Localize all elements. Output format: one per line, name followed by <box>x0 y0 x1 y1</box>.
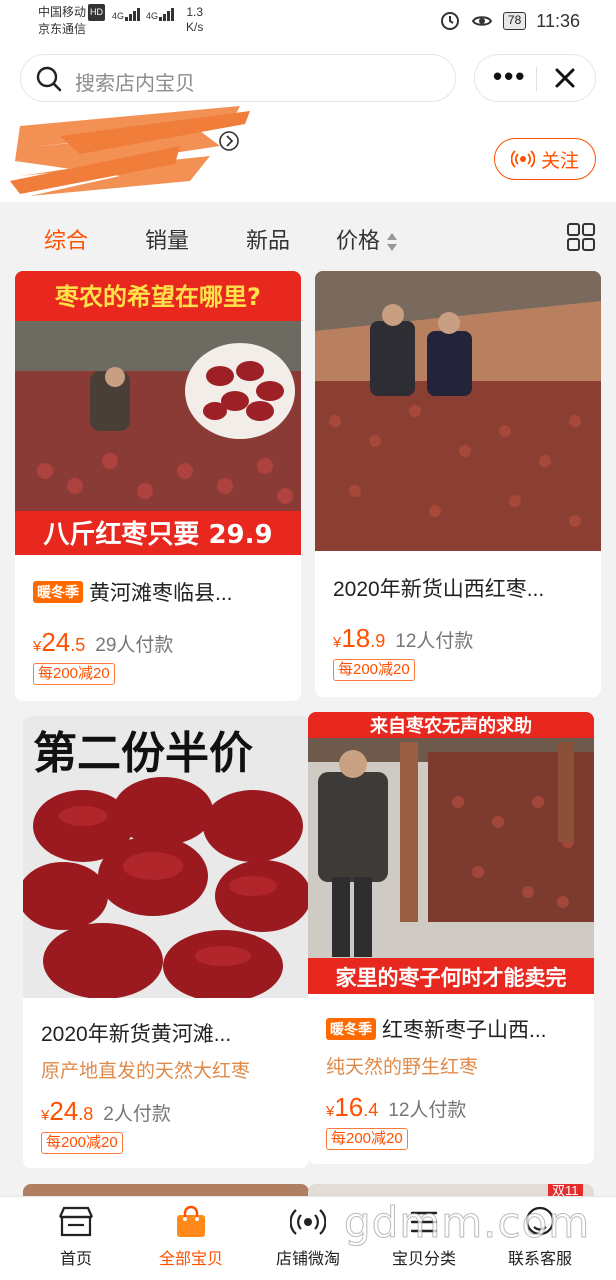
product-image: 来自枣农无声的求助 家里的枣子何时才能卖完 <box>308 712 594 994</box>
nav-all-products[interactable]: 全部宝贝 <box>141 1205 241 1269</box>
mini-program-capsule: ••• <box>474 54 596 102</box>
store-header: 搜索店内宝贝 ••• 关注 <box>0 44 616 202</box>
sort-tab-sales[interactable]: 销量 <box>145 223 189 255</box>
follow-label: 关注 <box>540 150 579 172</box>
price: ¥24.5 29人付款 <box>33 627 174 657</box>
sort-tab-price[interactable]: 价格 <box>336 223 398 255</box>
status-bar: 中国移动 HD 京东通信 4G 4G 1.3 K/s 78 11:36 <box>0 0 616 44</box>
capsule-divider <box>536 67 537 91</box>
follow-button[interactable]: 关注 <box>494 138 596 180</box>
coupon-badge: 每200减20 <box>33 663 115 685</box>
network-speed: 1.3 K/s <box>186 5 204 34</box>
signal-icon: 4G <box>112 8 141 21</box>
promo-tag: 暖冬季 <box>326 1018 376 1040</box>
paid-count: 12人付款 <box>395 631 474 652</box>
carrier-2: 京东通信 <box>38 22 87 36</box>
nav-store-feed[interactable]: 店铺微淘 <box>258 1205 358 1269</box>
shopping-bag-icon <box>177 1205 205 1237</box>
promo-tag: 暖冬季 <box>33 581 83 603</box>
product-title: 2020年新货山西红枣... <box>333 578 545 601</box>
hd-badge: HD <box>88 4 106 21</box>
product-card[interactable]: 第二份半价 2020年新货黄河滩... 原产地直发的天然大红枣 ¥24.8 2人付… <box>23 716 309 1168</box>
sort-arrows-icon <box>387 233 398 252</box>
eye-icon <box>471 16 493 26</box>
product-title: 暖冬季 黄河滩枣临县... <box>33 577 233 607</box>
banner-text-top: 枣农的希望在哪里? <box>54 283 261 311</box>
carrier-1: 中国移动 <box>38 5 87 19</box>
price: ¥18.9 12人付款 <box>333 623 474 653</box>
banner-text-bottom: 八斤红枣只要 29.9 <box>43 519 272 550</box>
product-subtitle: 纯天然的野生红枣 <box>326 1057 479 1078</box>
signal-icon: 4G <box>146 8 175 21</box>
price: ¥24.8 2人付款 <box>41 1096 171 1126</box>
product-title: 2020年新货黄河滩... <box>41 1023 232 1046</box>
sort-bar: 综合 销量 新品 价格 <box>0 202 616 270</box>
product-title: 暖冬季 红枣新枣子山西... <box>326 1014 547 1044</box>
coupon-badge: 每200减20 <box>326 1128 408 1150</box>
broadcast-icon <box>510 150 535 168</box>
product-card[interactable]: 2020年新货山西红枣... ¥18.9 12人付款 每200减20 <box>315 271 601 697</box>
close-icon[interactable] <box>553 66 577 90</box>
product-image: 第二份半价 <box>23 716 309 998</box>
banner-text-bottom: 家里的枣子何时才能卖完 <box>336 966 567 990</box>
product-subtitle: 原产地直发的天然大红枣 <box>41 1061 251 1082</box>
carrier-info: 中国移动 HD 京东通信 <box>38 4 106 38</box>
coupon-badge: 每200减20 <box>41 1132 123 1154</box>
broadcast-icon <box>290 1209 326 1235</box>
paid-count: 2人付款 <box>103 1104 171 1125</box>
paid-count: 12人付款 <box>388 1100 467 1121</box>
sort-tab-new[interactable]: 新品 <box>246 223 290 255</box>
price: ¥16.4 12人付款 <box>326 1092 467 1122</box>
paid-count: 29人付款 <box>95 635 174 656</box>
more-icon[interactable]: ••• <box>493 63 526 89</box>
store-icon <box>58 1206 94 1237</box>
banner-text-top: 来自枣农无声的求助 <box>369 715 532 737</box>
battery-indicator: 78 <box>502 12 527 30</box>
product-image <box>315 271 601 551</box>
grid-view-icon[interactable] <box>566 222 596 252</box>
coupon-badge: 每200减20 <box>333 659 415 681</box>
chevron-right-icon[interactable] <box>218 130 240 152</box>
product-image: 枣农的希望在哪里? 八斤红枣只要 29.9 <box>15 271 301 555</box>
sort-tab-comprehensive[interactable]: 综合 <box>44 223 88 255</box>
alarm-icon <box>440 12 459 30</box>
watermark: gdmm.com <box>343 1198 591 1248</box>
clock: 11:36 <box>536 10 580 31</box>
banner-text-top: 第二份半价 <box>33 728 253 779</box>
product-card[interactable]: 枣农的希望在哪里? 八斤红枣只要 29.9 暖冬季 黄河滩枣临县... ¥24.5… <box>15 271 301 701</box>
product-card[interactable]: 来自枣农无声的求助 家里的枣子何时才能卖完 暖冬季 红枣新枣子山西... 纯天然的… <box>308 712 594 1164</box>
nav-home[interactable]: 首页 <box>26 1205 126 1269</box>
